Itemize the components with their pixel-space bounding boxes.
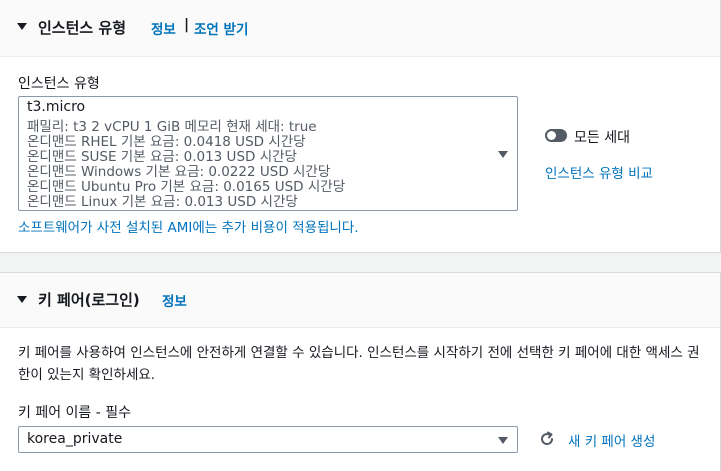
instance-type-detail: 온디맨드 Ubuntu Pro 기본 요금: 0.0165 USD 시간당 <box>27 179 346 195</box>
instance-type-selected-name: t3.micro <box>27 99 86 115</box>
instance-type-detail: 패밀리: t3 2 vCPU 1 GiB 메모리 현재 세대: true <box>27 119 317 135</box>
ami-cost-note: 소프트웨어가 사전 설치된 AMI에는 추가 비용이 적용됩니다. <box>18 220 359 236</box>
key-pair-field-label: 키 페어 이름 - 필수 <box>18 405 132 421</box>
refresh-icon[interactable] <box>539 431 555 447</box>
instance-type-detail: 온디맨드 RHEL 기본 요금: 0.0418 USD 시간당 <box>27 134 306 150</box>
key-pair-info-link[interactable]: 정보 <box>162 290 187 310</box>
compare-instance-types-link[interactable]: 인스턴스 유형 비교 <box>545 162 653 182</box>
key-pair-description: 키 페어를 사용하여 인스턴스에 안전하게 연결할 수 있습니다. 인스턴스를 … <box>18 345 700 383</box>
caret-down-icon[interactable] <box>17 23 27 30</box>
key-pair-select[interactable]: korea_private <box>18 426 518 453</box>
instance-type-panel: 인스턴스 유형 정보 | 조언 받기 인스턴스 유형 t3.micro 패밀리:… <box>0 0 721 253</box>
instance-type-detail: 온디맨드 Windows 기본 요금: 0.0222 USD 시간당 <box>27 164 331 180</box>
create-key-pair-link[interactable]: 새 키 페어 생성 <box>568 430 655 450</box>
instance-type-detail: 온디맨드 Linux 기본 요금: 0.013 USD 시간당 <box>27 194 298 210</box>
key-pair-header[interactable]: 키 페어(로그인) 정보 <box>0 273 720 328</box>
instance-type-title: 인스턴스 유형 <box>38 19 127 37</box>
key-pair-title: 키 페어(로그인) <box>38 291 140 309</box>
header-separator: | <box>184 17 190 33</box>
all-generations-toggle[interactable] <box>545 129 567 142</box>
dropdown-caret-icon <box>498 437 508 444</box>
instance-type-header[interactable]: 인스턴스 유형 정보 | 조언 받기 <box>0 0 720 57</box>
instance-type-detail: 온디맨드 SUSE 기본 요금: 0.013 USD 시간당 <box>27 149 297 165</box>
dropdown-caret-icon <box>498 151 508 158</box>
get-advice-link[interactable]: 조언 받기 <box>194 18 248 38</box>
key-pair-selected: korea_private <box>27 431 123 447</box>
instance-type-field-label: 인스턴스 유형 <box>18 76 100 92</box>
toggle-knob <box>547 131 556 140</box>
instance-type-select[interactable]: t3.micro 패밀리: t3 2 vCPU 1 GiB 메모리 현재 세대:… <box>18 96 518 211</box>
key-pair-panel: 키 페어(로그인) 정보 키 페어를 사용하여 인스턴스에 안전하게 연결할 수… <box>0 272 721 471</box>
instance-type-info-link[interactable]: 정보 <box>151 18 176 38</box>
all-generations-label: 모든 세대 <box>574 130 630 146</box>
caret-down-icon[interactable] <box>17 296 27 303</box>
